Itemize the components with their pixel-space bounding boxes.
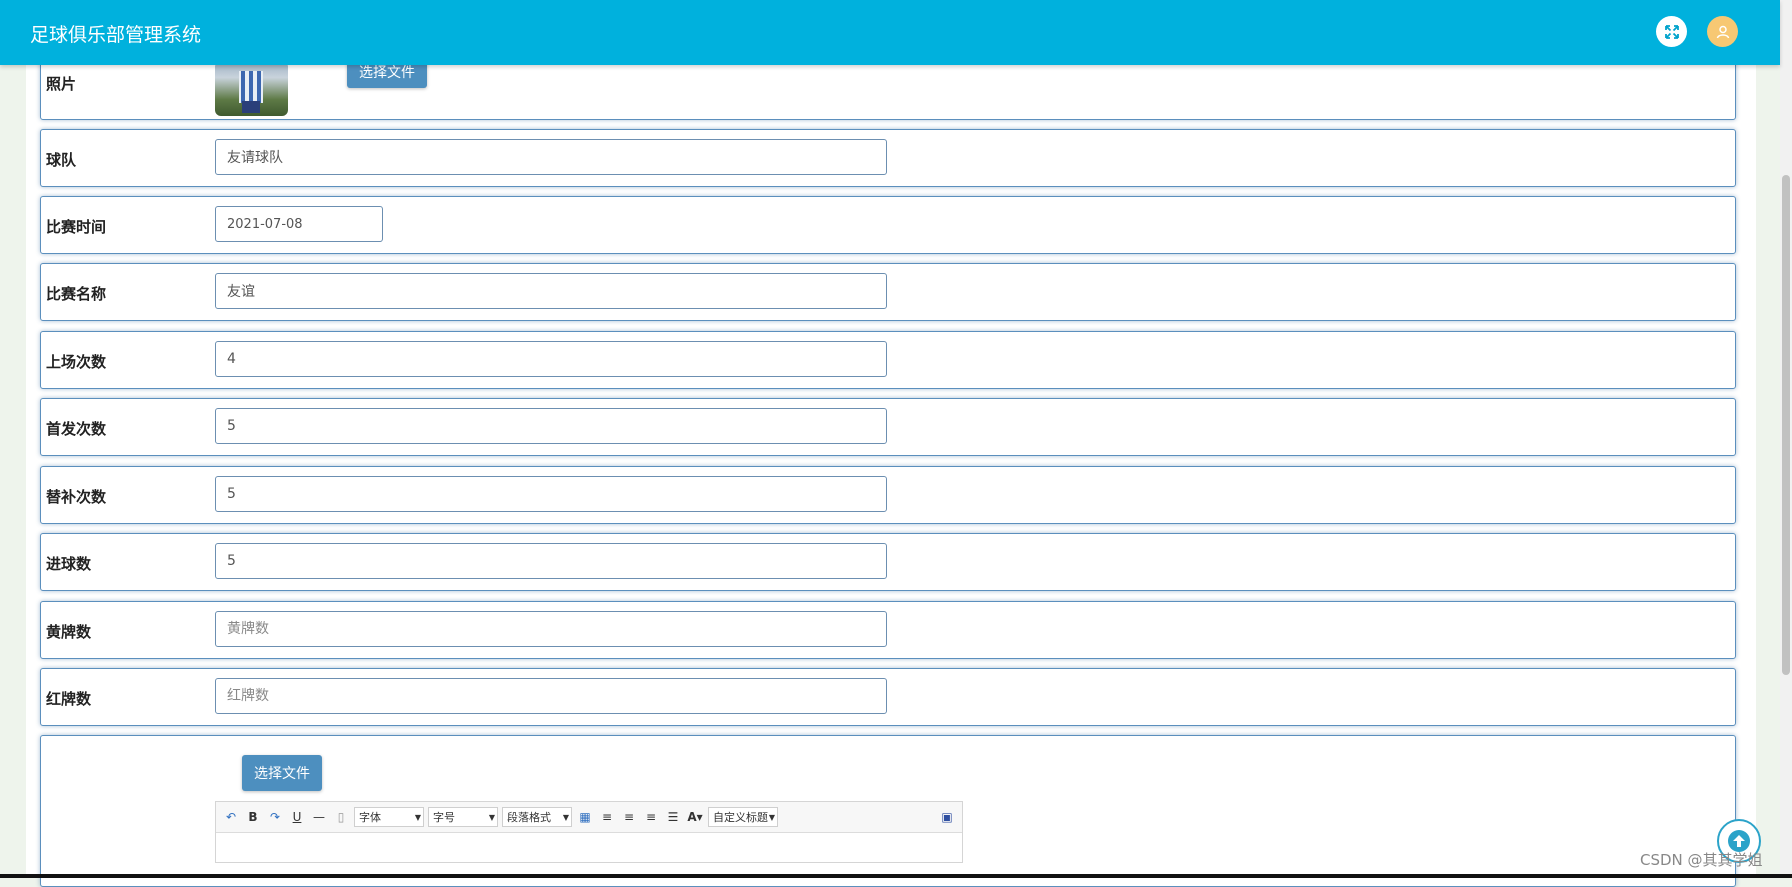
fullscreen-icon: [1664, 24, 1679, 39]
team-input[interactable]: [215, 139, 887, 175]
document-icon[interactable]: ▯: [332, 808, 350, 826]
preview-icon[interactable]: ▣: [938, 808, 956, 826]
bold-icon[interactable]: B: [244, 808, 262, 826]
field-label-match-date: 比赛时间: [46, 218, 107, 236]
align-justify-icon[interactable]: ☰: [664, 808, 682, 826]
font-color-icon[interactable]: A▾: [686, 808, 704, 826]
user-icon: [1716, 25, 1729, 38]
form-row-goals: 进球数: [40, 533, 1736, 591]
form-row-match-date: 比赛时间: [40, 196, 1736, 254]
dropdown-arrow-icon: ▼: [488, 812, 495, 822]
form-row-yellow-cards: 黄牌数: [40, 601, 1736, 659]
custom-heading-select[interactable]: 自定义标题 ▼: [708, 807, 778, 827]
form-row-match-name: 比赛名称: [40, 263, 1736, 321]
form-row-subs: 替补次数: [40, 466, 1736, 524]
form-row-content-editor: 选择文件 ↶ B ↷ U — ▯ 字体 ▼ 字号 ▼ 段落格式 ▼ ▦ ≡ ≡ ≡ ☰…: [40, 735, 1736, 887]
match-name-input[interactable]: [215, 273, 887, 309]
page-scrollbar[interactable]: [1780, 0, 1792, 878]
align-left-icon[interactable]: ≡: [598, 808, 616, 826]
appearances-input[interactable]: [215, 341, 887, 377]
field-label-goals: 进球数: [46, 555, 92, 573]
font-size-select[interactable]: 字号 ▼: [428, 807, 498, 827]
table-icon[interactable]: ▦: [576, 808, 594, 826]
goals-input[interactable]: [215, 543, 887, 579]
field-label-starts: 首发次数: [46, 420, 107, 438]
dropdown-arrow-icon: ▼: [414, 812, 421, 822]
bottom-border: [0, 874, 1792, 878]
paragraph-format-select[interactable]: 段落格式 ▼: [502, 807, 572, 827]
form-page: 照片 选择文件 球队 比赛时间 比赛名称 上场次数 首发次数: [26, 55, 1756, 887]
undo-icon[interactable]: ↶: [222, 808, 240, 826]
form-row-team: 球队: [40, 129, 1736, 187]
photo-thumbnail: [215, 61, 288, 116]
paragraph-format-select-label: 段落格式: [507, 811, 551, 824]
align-center-icon[interactable]: ≡: [642, 808, 660, 826]
rich-text-editor: ↶ B ↷ U — ▯ 字体 ▼ 字号 ▼ 段落格式 ▼ ▦ ≡ ≡ ≡ ☰ A▾ 自…: [215, 801, 963, 863]
field-label-yellow-cards: 黄牌数: [46, 623, 92, 641]
field-label-team: 球队: [46, 151, 77, 169]
horizontal-rule-icon[interactable]: —: [310, 808, 328, 826]
font-family-select[interactable]: 字体 ▼: [354, 807, 424, 827]
custom-heading-select-label: 自定义标题: [713, 811, 768, 824]
font-family-select-label: 字体: [359, 811, 381, 824]
align-right-icon[interactable]: ≡: [620, 808, 638, 826]
subs-input[interactable]: [215, 476, 887, 512]
editor-toolbar: ↶ B ↷ U — ▯ 字体 ▼ 字号 ▼ 段落格式 ▼ ▦ ≡ ≡ ≡ ☰ A▾ 自…: [216, 802, 962, 833]
red-cards-input[interactable]: [215, 678, 887, 714]
form-row-starts: 首发次数: [40, 398, 1736, 456]
scrollbar-thumb[interactable]: [1782, 175, 1790, 675]
watermark: CSDN @其其学姐: [1640, 851, 1763, 869]
form-row-red-cards: 红牌数: [40, 668, 1736, 726]
redo-icon[interactable]: ↷: [266, 808, 284, 826]
field-label-match-name: 比赛名称: [46, 285, 107, 303]
yellow-cards-input[interactable]: [215, 611, 887, 647]
starts-input[interactable]: [215, 408, 887, 444]
field-label-appearances: 上场次数: [46, 353, 107, 371]
top-bar: 足球俱乐部管理系统: [0, 0, 1780, 65]
user-avatar-button[interactable]: [1707, 16, 1738, 47]
underline-icon[interactable]: U: [288, 808, 306, 826]
form-row-appearances: 上场次数: [40, 331, 1736, 389]
font-size-select-label: 字号: [433, 811, 455, 824]
dropdown-arrow-icon: ▼: [562, 812, 569, 822]
match-date-input[interactable]: [215, 206, 383, 242]
app-title: 足球俱乐部管理系统: [30, 24, 202, 46]
fullscreen-button[interactable]: [1656, 16, 1687, 47]
field-label-photo: 照片: [46, 75, 77, 93]
editor-choose-file-button[interactable]: 选择文件: [242, 755, 322, 791]
dropdown-arrow-icon: ▼: [768, 812, 775, 822]
field-label-subs: 替补次数: [46, 488, 107, 506]
field-label-red-cards: 红牌数: [46, 690, 92, 708]
